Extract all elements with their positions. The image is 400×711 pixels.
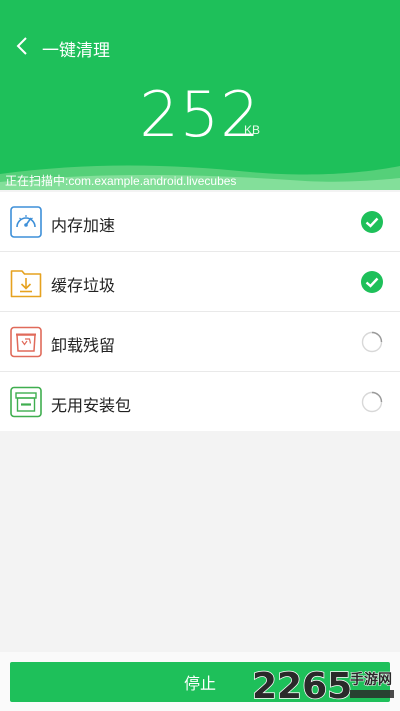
list-item-label: 无用安装包 bbox=[51, 398, 132, 415]
list-item-memory-boost[interactable]: 内存加速 bbox=[0, 192, 400, 252]
chevron-left-icon bbox=[16, 37, 27, 55]
archive-box-icon bbox=[10, 326, 42, 358]
loading-spinner-icon bbox=[361, 331, 383, 353]
checkmark-circle-icon bbox=[361, 211, 383, 233]
list-item-label: 卸载残留 bbox=[51, 338, 116, 355]
page-title: 一键清理 bbox=[42, 41, 110, 60]
watermark-text: 手游网 bbox=[350, 671, 392, 688]
folder-download-icon bbox=[10, 270, 42, 298]
checkmark-circle-icon bbox=[361, 271, 383, 293]
scan-status: 正在扫描中:com.example.android.livecubes bbox=[5, 174, 237, 188]
list-item-label: 缓存垃圾 bbox=[51, 278, 116, 295]
list-item-uninstall-residue[interactable]: 卸载残留 bbox=[0, 312, 400, 372]
loading-spinner-icon bbox=[361, 391, 383, 413]
list-item-unused-apk[interactable]: 无用安装包 bbox=[0, 372, 400, 431]
scanned-size-unit: KB bbox=[244, 123, 261, 137]
speedometer-icon bbox=[10, 206, 42, 238]
clean-category-list: 内存加速 缓存垃圾 卸载残留 无用安装包 bbox=[0, 192, 400, 431]
back-button[interactable] bbox=[8, 32, 36, 60]
apk-package-icon bbox=[10, 386, 42, 418]
scanned-size-value: 252 bbox=[139, 78, 261, 151]
watermark-number: 2265 bbox=[252, 666, 352, 707]
list-item-label: 内存加速 bbox=[51, 218, 116, 235]
watermark-logo: 2265 手游网 bbox=[252, 665, 394, 708]
header: 一键清理 252 KB 正在扫描中:com.example.android.li… bbox=[0, 0, 400, 190]
list-item-cache-junk[interactable]: 缓存垃圾 bbox=[0, 252, 400, 312]
